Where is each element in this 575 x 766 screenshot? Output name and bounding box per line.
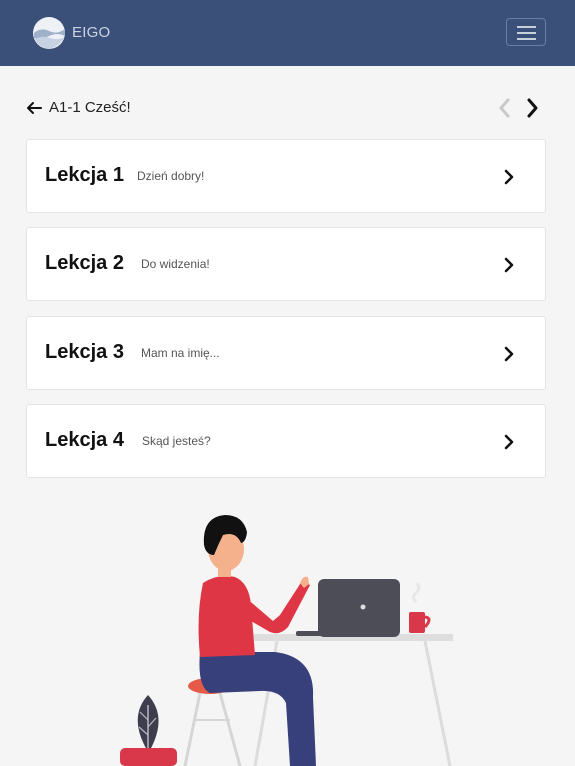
lesson-card-1[interactable]: Lekcja 1 Dzień dobry! bbox=[26, 139, 546, 213]
chevron-right-icon bbox=[504, 434, 514, 450]
chevron-right-icon bbox=[504, 169, 514, 185]
hamburger-icon bbox=[517, 26, 536, 28]
lesson-card-2[interactable]: Lekcja 2 Do widzenia! bbox=[26, 227, 546, 301]
brand-name[interactable]: EIGO bbox=[72, 24, 110, 41]
lesson-title: Lekcja 2 bbox=[45, 252, 124, 274]
lesson-title: Lekcja 1 bbox=[45, 164, 124, 186]
lesson-subtitle: Mam na imię... bbox=[141, 346, 220, 360]
lesson-subtitle: Skąd jesteś? bbox=[142, 434, 211, 448]
lesson-title: Lekcja 4 bbox=[45, 429, 124, 451]
hamburger-line bbox=[517, 32, 536, 34]
chevron-left-icon[interactable] bbox=[497, 97, 511, 119]
menu-toggle-button[interactable] bbox=[506, 18, 546, 46]
person-at-laptop-illustration bbox=[120, 515, 453, 766]
arrow-left-icon[interactable] bbox=[26, 100, 42, 116]
chevron-right-icon[interactable] bbox=[526, 97, 540, 119]
hamburger-line bbox=[517, 38, 536, 40]
lesson-subtitle: Dzień dobry! bbox=[137, 169, 205, 183]
lesson-card-3[interactable]: Lekcja 3 Mam na imię... bbox=[26, 316, 546, 390]
lesson-card-4[interactable]: Lekcja 4 Skąd jesteś? bbox=[26, 404, 546, 478]
lesson-title: Lekcja 3 bbox=[45, 341, 124, 363]
eigo-logo-icon[interactable] bbox=[32, 16, 68, 50]
top-navbar: EIGO bbox=[0, 0, 575, 66]
lesson-subtitle: Do widzenia! bbox=[141, 257, 210, 271]
chevron-right-icon bbox=[504, 346, 514, 362]
page-title: A1-1 Cześć! bbox=[49, 99, 131, 116]
chevron-right-icon bbox=[504, 257, 514, 273]
